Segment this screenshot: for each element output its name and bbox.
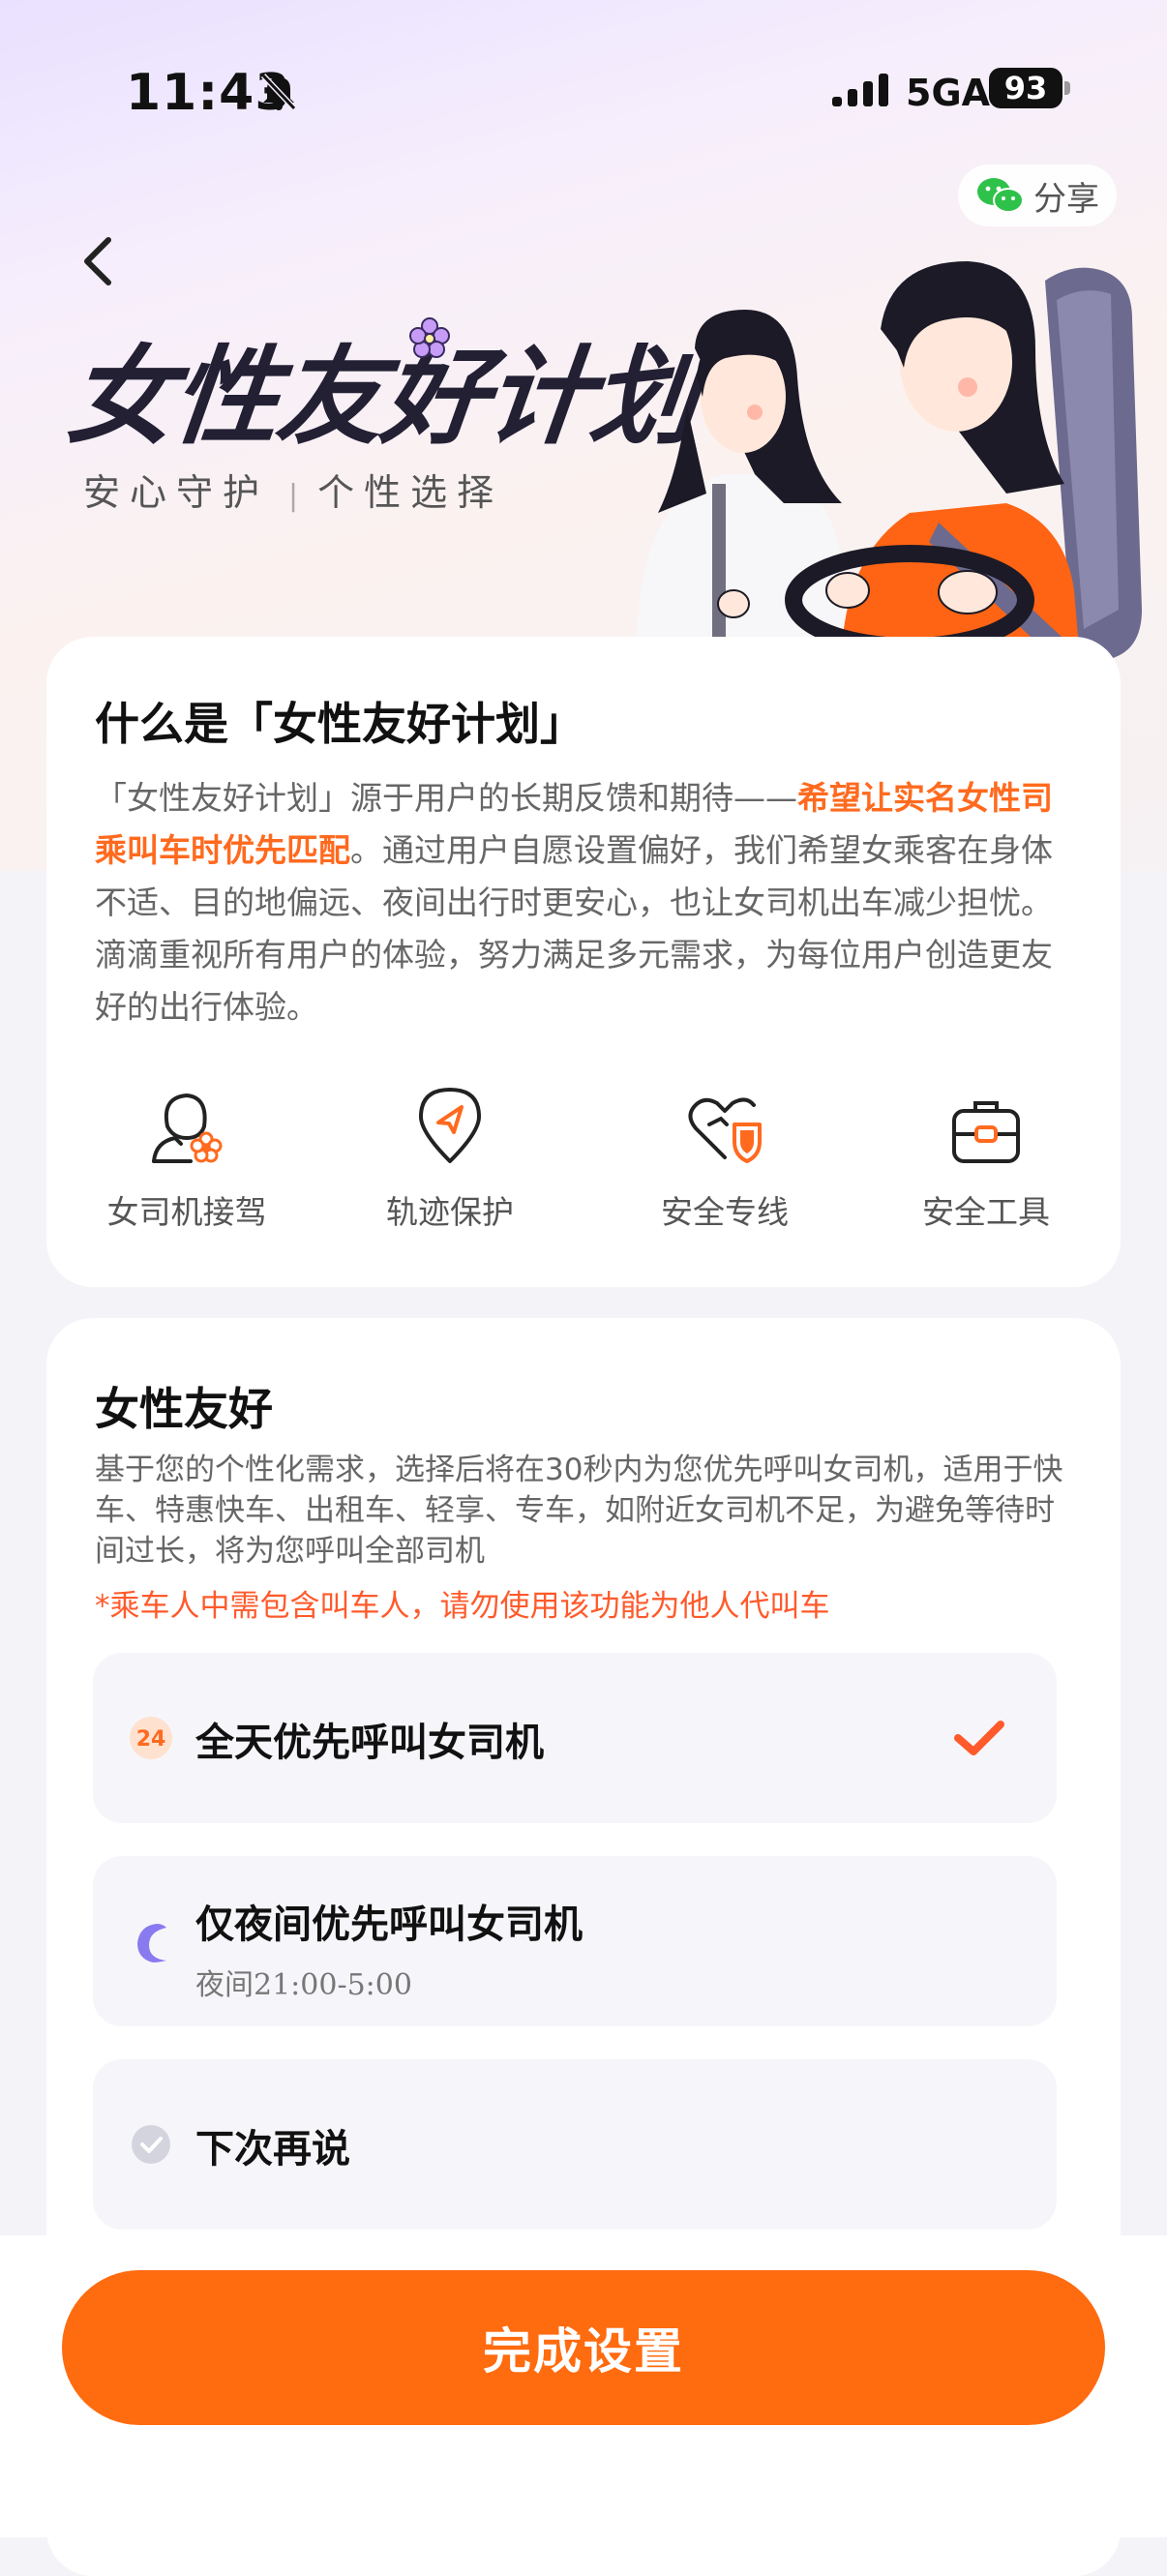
signal-icon (832, 74, 888, 106)
option-sublabel: 夜间21:00-5:00 (195, 1968, 412, 2002)
share-label: 分享 (1033, 179, 1099, 219)
safety-toolkit-icon (952, 1101, 1020, 1163)
battery-tip (1064, 81, 1070, 95)
preference-title: 女性友好 (95, 1383, 273, 1435)
check-icon (954, 1721, 1004, 1755)
option-all-day[interactable]: 24 全天优先呼叫女司机 (93, 1653, 1057, 1823)
network-type: 5GA (906, 72, 991, 114)
about-description: 「女性友好计划」源于用户的长期反馈和期待——希望让实名女性司乘叫车时优先匹配。通… (95, 772, 1072, 1033)
option-label: 全天优先呼叫女司机 (195, 1721, 544, 1765)
subtitle-left: 安心守护 (83, 471, 270, 514)
bottom-bar: 完成设置 (0, 2235, 1167, 2537)
flower-icon (409, 317, 450, 358)
option-label: 仅夜间优先呼叫女司机 (195, 1902, 583, 1947)
page-title: 女性友好计划 (62, 335, 703, 459)
preference-warning: *乘车人中需包含叫车人，请勿使用该功能为他人代叫车 (95, 1589, 830, 1624)
female-driver-icon (152, 1093, 223, 1163)
check-circle-icon (132, 2125, 170, 2164)
feature-label: 女司机接驾 (106, 1193, 267, 1231)
feature-route-protect: 轨迹保护 (319, 1072, 581, 1233)
share-button[interactable]: 分享 (958, 165, 1117, 226)
feature-list: 女司机接驾 轨迹保护 安全专线 安全工具 (56, 1072, 1111, 1231)
back-arrow-icon[interactable] (75, 232, 124, 290)
subtitle-separator: | (288, 479, 299, 513)
feature-female-driver: 女司机接驾 (56, 1072, 317, 1233)
bell-mute-icon (260, 73, 297, 111)
battery-level: 93 (989, 68, 1062, 108)
feature-label: 安全专线 (661, 1193, 789, 1231)
about-desc-part1: 「女性友好计划」源于用户的长期反馈和期待—— (95, 779, 797, 817)
24h-icon-text: 24 (136, 1727, 166, 1752)
option-night-only[interactable]: 仅夜间优先呼叫女司机 夜间21:00-5:00 (93, 1856, 1057, 2026)
status-bar: 11:43 5GA 93 (0, 58, 1167, 135)
moon-icon (137, 1924, 166, 1962)
about-card: 什么是「女性友好计划」 「女性友好计划」源于用户的长期反馈和期待——希望让实名女… (46, 637, 1121, 1287)
subtitle-right: 个性选择 (317, 471, 504, 514)
wechat-icon (977, 178, 1024, 213)
option-label: 下次再说 (195, 2127, 350, 2172)
preference-description: 基于您的个性化需求，选择后将在30秒内为您优先呼叫女司机，适用于快车、特惠快车、… (95, 1453, 1063, 1569)
page-subtitle: 安心守护 | 个性选择 (83, 463, 503, 516)
safety-hotline-icon (688, 1097, 762, 1163)
about-title: 什么是「女性友好计划」 (95, 698, 584, 750)
feature-label: 轨迹保护 (386, 1193, 514, 1231)
complete-settings-button[interactable]: 完成设置 (62, 2270, 1105, 2425)
feature-label: 安全工具 (922, 1193, 1050, 1231)
option-later[interactable]: 下次再说 (93, 2059, 1057, 2230)
route-protect-icon (419, 1088, 481, 1163)
feature-safety-hotline: 安全专线 (594, 1072, 855, 1233)
24h-icon: 24 (130, 1717, 172, 1759)
feature-safety-toolkit: 安全工具 (855, 1072, 1117, 1233)
